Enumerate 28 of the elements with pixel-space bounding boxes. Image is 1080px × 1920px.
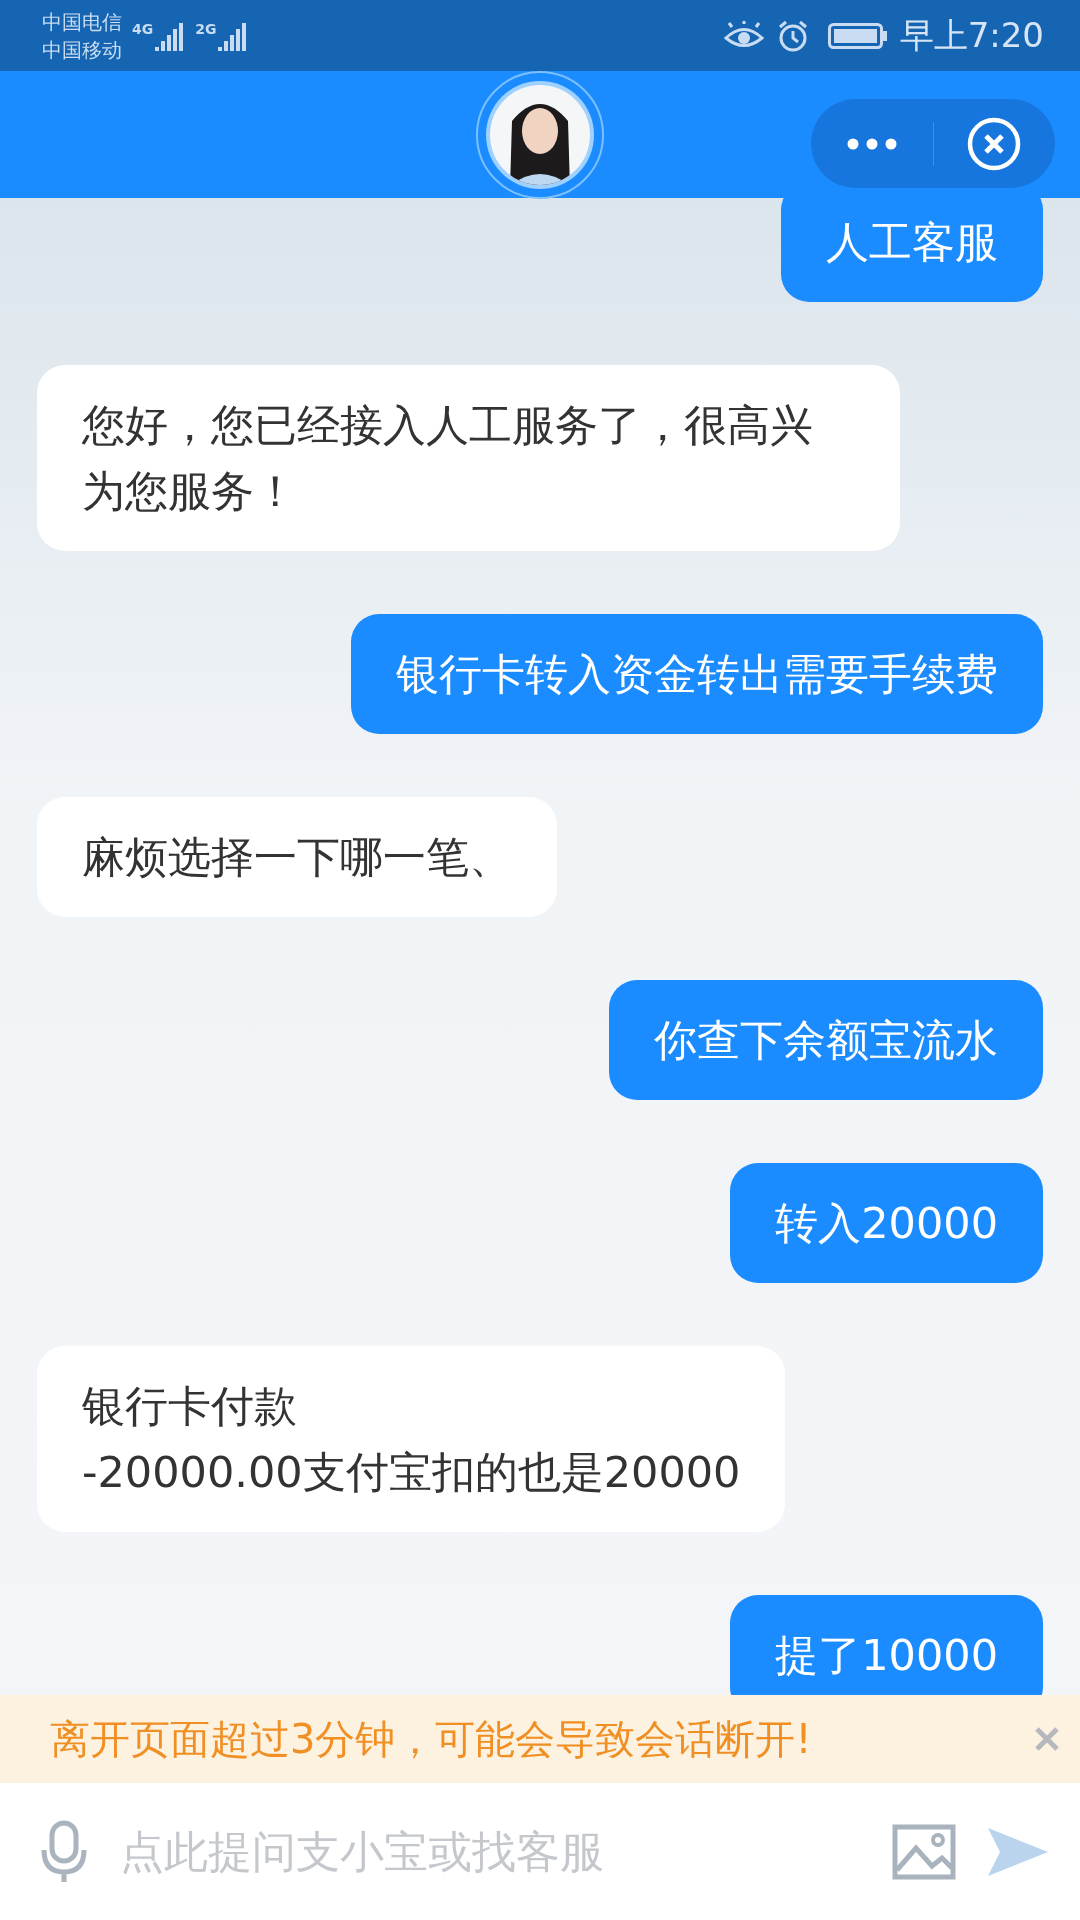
notice-text: 离开页面超过3分钟，可能会导致会话断开! [50,1714,813,1764]
close-icon [1034,1726,1060,1752]
network-type: 2G [195,20,217,37]
image-icon [892,1823,956,1880]
agent-message: 麻烦选择一下哪一笔、 [37,797,557,917]
signal-icon [218,20,249,51]
battery-icon [827,20,888,51]
signal-icon [155,20,186,51]
agent-message: 您好，您已经接入人工服务了，很高兴为您服务！ [37,365,900,551]
dismiss-button[interactable] [1034,1726,1060,1752]
send-button[interactable] [986,1825,1050,1878]
network-type: 4G [132,20,154,37]
agent-message: 银行卡付款 -20000.00支付宝扣的也是20000 [37,1346,786,1532]
user-message: 你查下余额宝流水 [609,980,1043,1100]
send-icon [986,1825,1050,1878]
more-icon [846,137,897,150]
carrier-name: 中国电信 [42,8,122,36]
clock-time: 早上7:20 [899,13,1044,57]
voice-button[interactable] [40,1819,88,1884]
user-message: 提了10000 [730,1595,1043,1695]
close-icon [967,116,1022,171]
user-message: 转入20000 [730,1163,1043,1283]
image-button[interactable] [892,1823,956,1880]
user-message: 银行卡转入资金转出需要手续费 [351,614,1043,734]
carrier-name: 中国移动 [42,36,122,64]
question-field[interactable]: 点此提问支小宝或找客服 [118,1825,862,1878]
user-message: 人工客服 [781,198,1043,302]
microphone-icon [40,1819,88,1884]
